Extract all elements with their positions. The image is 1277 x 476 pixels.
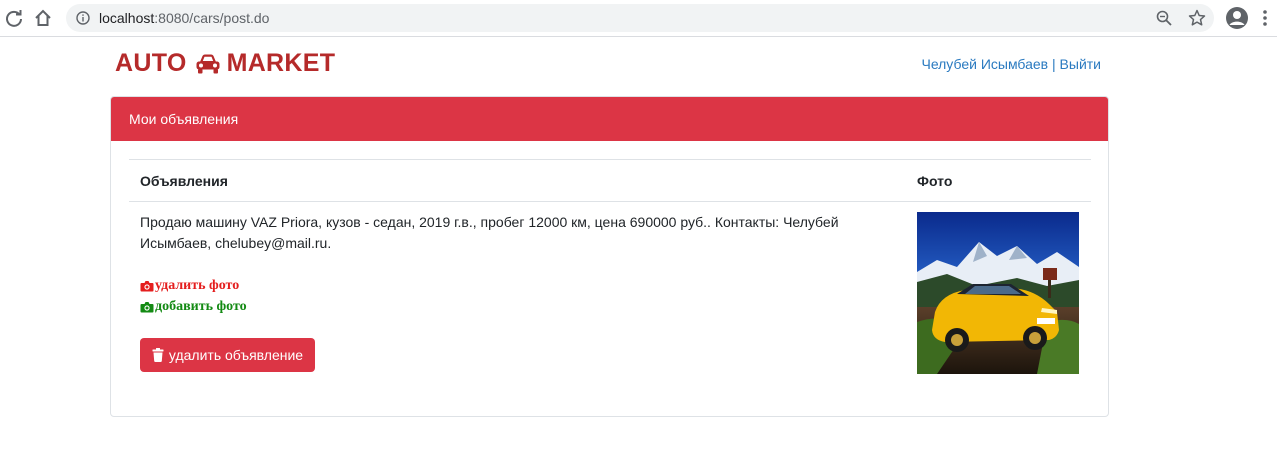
- delete-ad-button[interactable]: удалить объявление: [140, 338, 315, 372]
- zoom-icon[interactable]: [1156, 10, 1172, 26]
- logout-link[interactable]: Выйти: [1060, 56, 1101, 72]
- profile-icon[interactable]: [1225, 6, 1249, 30]
- card-title: Мои объявления: [111, 97, 1108, 141]
- url-path: :8080/cars/post.do: [154, 10, 270, 26]
- car-icon: [196, 54, 220, 73]
- star-icon[interactable]: [1188, 9, 1206, 27]
- url-text[interactable]: localhost:8080/cars/post.do: [99, 10, 269, 26]
- info-icon[interactable]: [76, 11, 90, 25]
- add-photo-label: добавить фото: [155, 299, 247, 314]
- brand-right-text: MARKET: [226, 49, 336, 77]
- browser-toolbar: localhost:8080/cars/post.do: [0, 0, 1277, 37]
- delete-photo-label: удалить фото: [155, 278, 240, 293]
- delete-photo-link[interactable]: удалить фото: [140, 278, 239, 294]
- car-photo[interactable]: [917, 212, 1079, 374]
- home-icon[interactable]: [33, 8, 53, 28]
- table-header: Объявления Фото: [129, 160, 1091, 202]
- table-row: Продаю машину VAZ Priora, кузов - седан,…: [129, 202, 1091, 392]
- ads-table: Объявления Фото Продаю машину VAZ Priora…: [129, 159, 1091, 392]
- user-name-link[interactable]: Челубей Исымбаев: [921, 56, 1048, 72]
- nav-separator: |: [1052, 56, 1056, 72]
- delete-ad-label: удалить объявление: [168, 347, 304, 363]
- site-logo[interactable]: AUTO MARKET: [115, 49, 335, 78]
- camera-icon: [140, 281, 154, 292]
- my-ads-card: Мои объявления Объявления Фото Продаю ма…: [110, 96, 1109, 417]
- more-menu-icon[interactable]: [1262, 9, 1268, 27]
- column-header-ads: Объявления: [140, 173, 228, 189]
- url-host: localhost: [99, 10, 155, 26]
- trash-icon: [152, 348, 164, 362]
- add-photo-link[interactable]: добавить фото: [140, 299, 247, 315]
- column-header-photo: Фото: [917, 173, 953, 189]
- brand-left-text: AUTO: [115, 49, 187, 77]
- camera-icon: [140, 302, 154, 313]
- ad-description: Продаю машину VAZ Priora, кузов - седан,…: [140, 214, 839, 251]
- address-bar[interactable]: localhost:8080/cars/post.do: [66, 4, 1214, 32]
- user-nav: Челубей Исымбаев | Выйти: [921, 56, 1101, 72]
- reload-icon[interactable]: [4, 8, 24, 28]
